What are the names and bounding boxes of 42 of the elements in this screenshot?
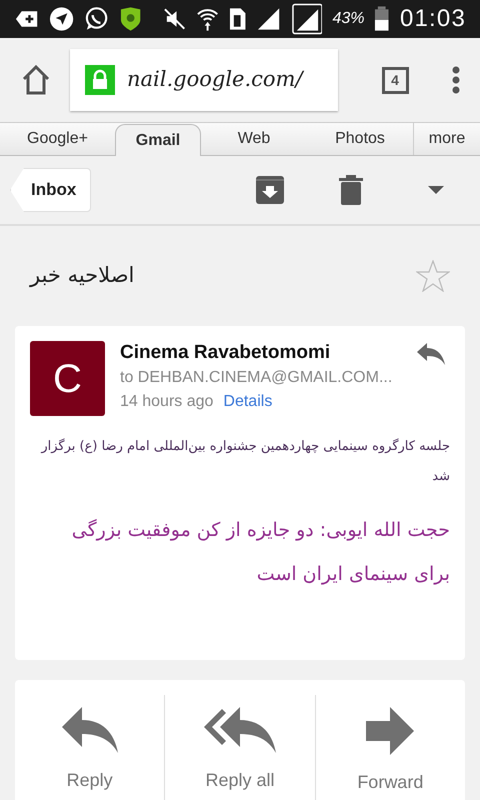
- chat-icon: [84, 6, 110, 32]
- sim-card-icon: [228, 7, 246, 31]
- sent-time: 14 hours ago: [120, 392, 214, 412]
- trash-icon[interactable]: [339, 175, 363, 205]
- sender-name: Cinema Ravabetomomi: [120, 341, 330, 365]
- star-icon[interactable]: [416, 260, 450, 292]
- navigation-icon: [49, 6, 74, 32]
- forward-icon: [366, 707, 414, 755]
- message-headline: حجت الله ایوبی: دو جایزه از کن موفقیت بزرگی برای سینمای ایران است: [70, 518, 450, 587]
- address-bar[interactable]: nail.google.com/: [70, 49, 338, 111]
- recipient-text: to DEHBAN.CINEMA@GMAIL.COM...: [120, 368, 394, 388]
- menu-icon[interactable]: [452, 66, 460, 94]
- url-text: nail.google.com/: [127, 66, 303, 94]
- battery-icon: [374, 6, 390, 32]
- nav-tab[interactable]: Google+: [0, 123, 115, 155]
- lock-icon: [85, 65, 115, 95]
- nav-tab[interactable]: Photos: [307, 123, 413, 155]
- archive-icon[interactable]: [256, 176, 284, 204]
- muted-speaker-icon: [162, 7, 186, 31]
- signal-icon: [256, 7, 282, 31]
- nav-tab[interactable]: Web: [201, 123, 307, 155]
- nav-tab[interactable]: Gmail: [115, 124, 201, 156]
- tab-count[interactable]: 4: [382, 66, 408, 94]
- sender-avatar: C: [30, 341, 105, 416]
- signal-icon: [292, 3, 322, 35]
- back-button[interactable]: Inbox: [10, 168, 92, 212]
- nav-tab[interactable]: more: [413, 123, 480, 155]
- wifi-icon: [196, 6, 219, 32]
- reply-icon: [62, 707, 118, 753]
- battery-percentage: 43%: [332, 9, 364, 29]
- message-lead: جلسه کارگروه سینمایی چهاردهمین جشنواره بین‌المللی امام رضا (ع) برگزار شد: [40, 438, 450, 486]
- reply-icon[interactable]: [417, 343, 445, 365]
- dropdown-caret-icon[interactable]: [428, 186, 444, 194]
- home-icon[interactable]: [20, 64, 52, 96]
- action-button[interactable]: Reply all: [164, 695, 315, 800]
- action-button[interactable]: Forward: [314, 695, 465, 800]
- clock: 01:03: [400, 4, 466, 34]
- shield-icon: [119, 6, 143, 32]
- reply-all-icon: [204, 707, 276, 753]
- action-button[interactable]: Reply: [15, 695, 164, 800]
- details-link[interactable]: Details: [223, 391, 272, 413]
- email-subject: اصلاحیه خبر: [30, 262, 134, 290]
